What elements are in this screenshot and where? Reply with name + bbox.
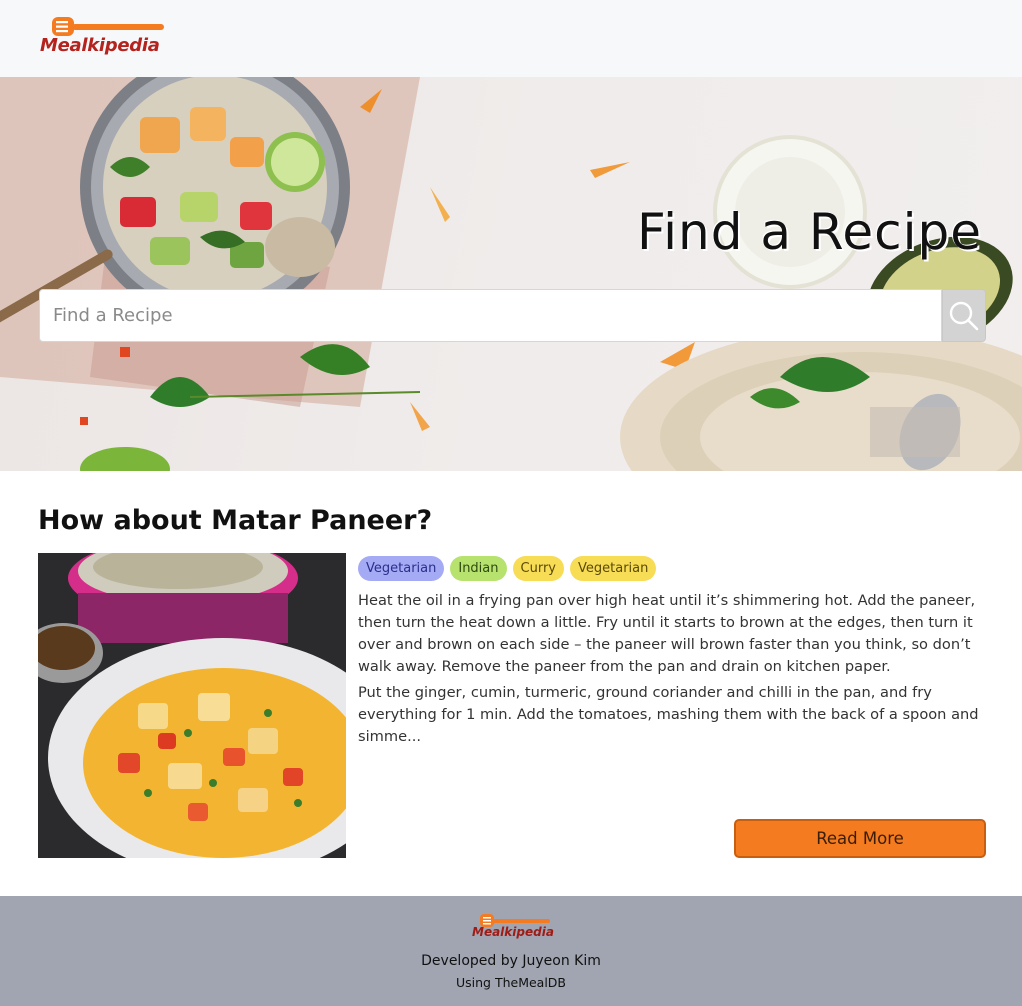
footer-api-credit: Using TheMealDB <box>455 975 567 990</box>
tag-category[interactable]: Vegetarian <box>358 556 445 581</box>
footer-developer-credit: Developed by Juyeon Kim <box>421 953 601 969</box>
suggestion-heading: How about Matar Paneer? <box>38 505 433 536</box>
meal-image[interactable] <box>38 553 346 858</box>
meal-tags: Vegetarian Indian Curry Vegetarian <box>358 556 657 581</box>
hero-title: Find a Recipe <box>636 203 982 261</box>
food-background-illustration <box>0 77 1022 471</box>
matar-paneer-photo <box>38 553 346 858</box>
search-input[interactable] <box>39 289 942 342</box>
footer-logo[interactable]: Mealkipedia <box>472 913 554 943</box>
footer-logo-text: Mealkipedia <box>472 925 554 939</box>
site-logo-text: Mealkipedia <box>40 35 160 56</box>
search-bar <box>39 289 986 342</box>
hero-banner: Find a Recipe <box>0 77 1022 471</box>
site-header: Mealkipedia <box>0 0 1022 77</box>
meal-instructions: Heat the oil in a frying pan over high h… <box>358 590 986 752</box>
tag-keyword[interactable]: Vegetarian <box>570 556 657 581</box>
instruction-paragraph: Heat the oil in a frying pan over high h… <box>358 592 976 675</box>
site-footer: Mealkipedia Developed by Juyeon Kim Usin… <box>0 896 1022 1006</box>
search-icon <box>949 301 979 330</box>
instruction-paragraph: Put the ginger, cumin, turmeric, ground … <box>358 684 979 745</box>
read-more-button[interactable]: Read More <box>734 819 986 858</box>
site-logo[interactable]: Mealkipedia <box>40 15 170 60</box>
tag-keyword[interactable]: Curry <box>512 556 564 581</box>
search-button[interactable] <box>942 289 986 342</box>
tag-area[interactable]: Indian <box>450 556 507 581</box>
